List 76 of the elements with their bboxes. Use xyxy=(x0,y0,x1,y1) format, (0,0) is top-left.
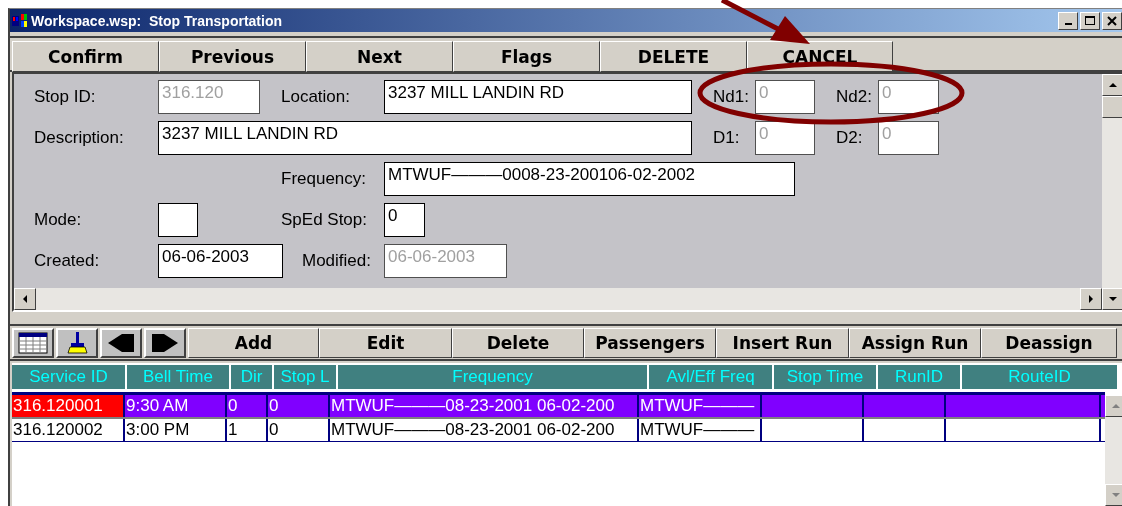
toolbar-button[interactable]: Flags xyxy=(453,41,600,72)
column-header[interactable]: Dir xyxy=(231,363,272,389)
column-header[interactable]: Bell Time xyxy=(127,363,229,389)
table-cell: 0 xyxy=(268,395,330,417)
input-field[interactable]: 3237 MILL LANDIN RD xyxy=(384,80,692,114)
grid-toolbar-button[interactable]: Add xyxy=(188,328,319,358)
field-label: SpEd Stop: xyxy=(281,210,368,230)
table-cell: 316.120002 xyxy=(12,419,125,441)
column-header[interactable]: RouteID xyxy=(962,363,1117,389)
field-label: Nd2: xyxy=(836,87,873,107)
column-header[interactable]: Stop Time xyxy=(774,363,876,389)
right-arrow-icon xyxy=(150,333,180,353)
grid-icon-button[interactable] xyxy=(12,328,54,358)
column-header[interactable]: Frequency xyxy=(338,363,647,389)
grid-toolbar-button[interactable]: Assign Run xyxy=(849,328,981,358)
minimize-button[interactable] xyxy=(1058,11,1078,30)
scroll-down-icon[interactable] xyxy=(1108,295,1118,303)
horizontal-scrollbar[interactable] xyxy=(14,288,1102,310)
field-label: Stop ID: xyxy=(34,87,97,107)
scroll-up-icon[interactable] xyxy=(1108,81,1118,89)
table-row[interactable]: 316.120002 3:00 PM 1 0 MTWUF———08-23-2001 06-02-200 MTWUF——— xyxy=(12,419,1105,442)
window-title: Workspace.wsp: Stop Transportation xyxy=(31,12,283,29)
table-cell: 1 xyxy=(227,419,268,441)
maximize-button[interactable] xyxy=(1080,11,1100,30)
app-icon xyxy=(12,13,28,28)
grid-toolbar-button[interactable]: Delete xyxy=(452,328,584,358)
table-cell: 9:30 AM xyxy=(125,395,227,417)
field-label: Nd1: xyxy=(713,87,750,107)
grid-toolbar-button[interactable]: Insert Run xyxy=(716,328,849,358)
table-cell: 3:00 PM xyxy=(125,419,227,441)
grid-icon xyxy=(18,332,48,354)
table-cell: 0 xyxy=(268,419,330,441)
field-label: Description: xyxy=(34,128,125,148)
field-label: Mode: xyxy=(34,210,83,230)
toolbar-button[interactable]: Previous xyxy=(159,41,306,72)
right-arrow-icon-button[interactable] xyxy=(144,328,186,358)
field-label: Location: xyxy=(281,87,351,107)
brush-icon xyxy=(65,331,89,355)
input-field[interactable]: 3237 MILL LANDIN RD xyxy=(158,121,692,155)
field-label: Frequency: xyxy=(281,169,368,189)
close-icon xyxy=(1107,15,1117,26)
table-cell: MTWUF———08-23-2001 06-02-200 xyxy=(330,395,639,417)
field-label: Created: xyxy=(34,251,101,271)
vertical-scrollbar[interactable] xyxy=(1102,74,1122,310)
column-header[interactable]: Avl/Eff Freq xyxy=(649,363,772,389)
table-cell: MTWUF———08-23-2001 06-02-200 xyxy=(330,419,639,441)
field-label: D2: xyxy=(836,128,864,148)
left-arrow-icon xyxy=(106,333,136,353)
left-arrow-icon-button[interactable] xyxy=(100,328,142,358)
maximize-icon xyxy=(1085,15,1095,26)
table-cell: 316.120001 xyxy=(12,395,125,417)
input-field[interactable]: MTWUF———0008-23-200106-02-2002 xyxy=(384,162,795,196)
table-row[interactable]: 316.120001 9:30 AM 0 0 MTWUF———08-23-2001 06-02-200 MTWUF——— xyxy=(12,395,1105,419)
scroll-left-icon[interactable] xyxy=(21,294,29,304)
input-field[interactable]: 06-06-2003 xyxy=(158,244,283,278)
grid-toolbar-button[interactable]: Passengers xyxy=(584,328,716,358)
close-button[interactable] xyxy=(1102,11,1122,30)
minimize-icon xyxy=(1064,22,1072,25)
field-label: D1: xyxy=(713,128,741,148)
brush-icon-button[interactable] xyxy=(56,328,98,358)
toolbar-button[interactable]: Next xyxy=(306,41,453,72)
toolbar-button[interactable]: DELETE xyxy=(600,41,747,72)
table-cell: MTWUF——— xyxy=(639,395,762,417)
toolbar-button[interactable]: Confirm xyxy=(12,41,159,72)
input-field[interactable] xyxy=(158,203,198,237)
table-cell: MTWUF——— xyxy=(639,419,762,441)
table-cell: 0 xyxy=(227,395,268,417)
column-header[interactable]: Stop L xyxy=(274,363,336,389)
scroll-right-icon[interactable] xyxy=(1087,294,1095,304)
input-field[interactable]: 0 xyxy=(384,203,425,237)
grid-toolbar-button[interactable]: Deassign xyxy=(981,328,1117,358)
field-label: Modified: xyxy=(302,251,372,271)
grid-toolbar-button[interactable]: Edit xyxy=(319,328,452,358)
column-header[interactable]: RunID xyxy=(878,363,960,389)
column-header[interactable]: Service ID xyxy=(12,363,125,389)
scroll-thumb[interactable] xyxy=(1102,96,1122,118)
